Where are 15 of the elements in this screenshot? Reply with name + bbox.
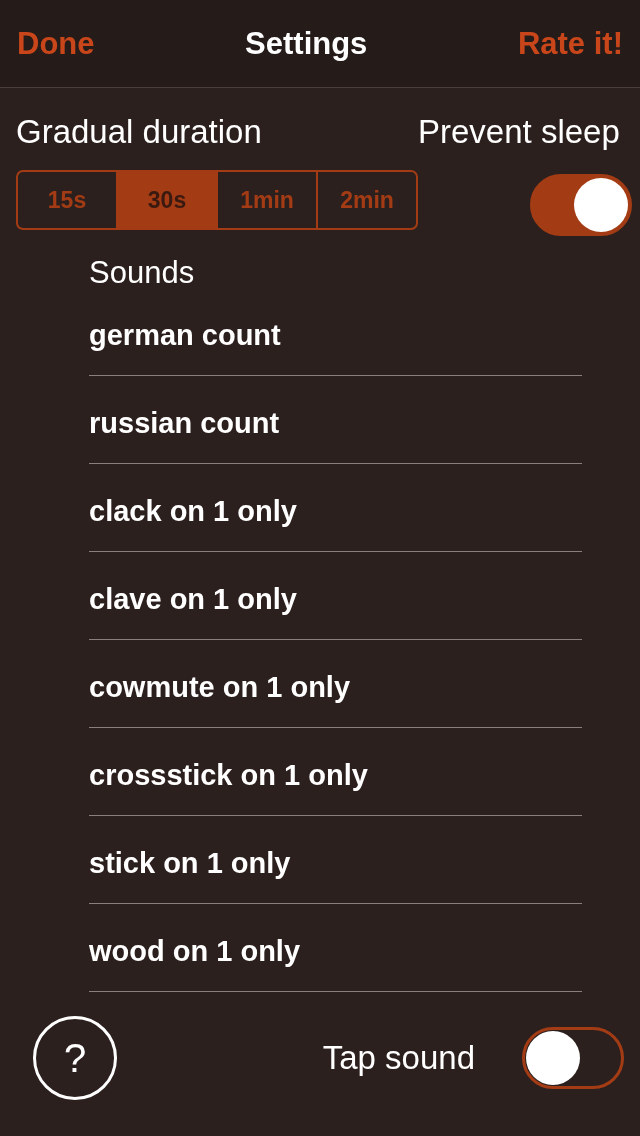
sound-list-item[interactable]: stick on 1 only (89, 844, 291, 882)
tap-sound-label: Tap sound (322, 1039, 475, 1077)
screen-title: Settings (245, 25, 368, 62)
sound-list-item[interactable]: russian count (89, 404, 280, 442)
sound-list-item[interactable]: german count (89, 316, 281, 354)
sound-list-item[interactable]: cowmute on 1 only (89, 668, 351, 706)
sound-list-item[interactable]: wood on 1 only (89, 932, 301, 970)
toggle-switch[interactable] (522, 1027, 624, 1089)
sounds-heading: Sounds (89, 258, 196, 288)
sound-list-item[interactable]: clack on 1 only (89, 492, 297, 530)
sound-list-item[interactable]: crossstick on 1 only (89, 756, 368, 794)
prevent-sleep-label: Prevent sleep (418, 112, 620, 152)
gradual-duration-label: Gradual duration (16, 112, 263, 152)
sound-list-item[interactable]: clave on 1 only (89, 580, 297, 618)
help-button[interactable]: ? (33, 1016, 117, 1100)
